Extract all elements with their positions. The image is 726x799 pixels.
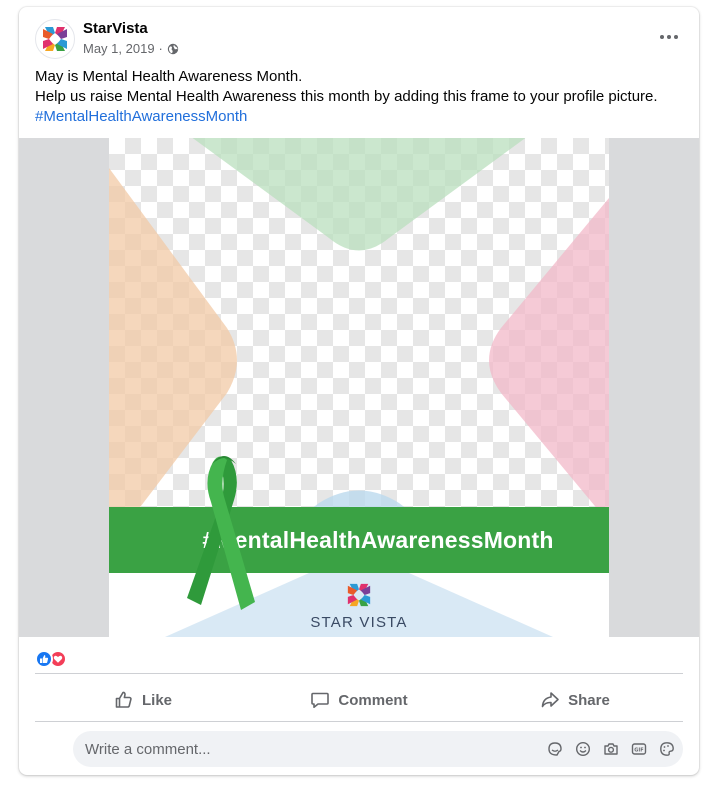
meta-separator: · <box>158 41 163 56</box>
comment-icon <box>311 692 330 708</box>
share-label: Share <box>568 691 610 709</box>
post-header: StarVista May 1, 2019 · <box>19 7 699 67</box>
more-dot-icon <box>667 35 671 39</box>
globe-icon <box>167 43 179 54</box>
emoji-icon[interactable] <box>573 739 593 759</box>
post-actions: Like Comment Share <box>35 680 683 720</box>
svg-text:GIF: GIF <box>634 747 643 753</box>
page-avatar[interactable] <box>35 19 75 59</box>
comment-box: GIF <box>73 731 683 767</box>
star-vista-logo-icon <box>347 583 371 607</box>
share-button[interactable]: Share <box>467 680 683 720</box>
more-dot-icon <box>674 35 678 39</box>
like-label: Like <box>141 691 172 709</box>
post-text-line: Help us raise Mental Health Awareness th… <box>35 88 658 105</box>
more-options-button[interactable] <box>653 25 685 49</box>
starvista-logo-icon <box>43 27 67 51</box>
reactions-summary[interactable] <box>35 649 67 669</box>
like-button[interactable]: Like <box>35 680 251 720</box>
post-text: May is Mental Health Awareness Month. He… <box>35 67 685 127</box>
comment-label: Comment <box>338 691 408 709</box>
post-text-line: May is Mental Health Awareness Month. <box>35 68 303 85</box>
more-dot-icon <box>660 35 664 39</box>
avatar-sticker-icon[interactable] <box>657 739 677 759</box>
divider <box>35 721 683 722</box>
divider <box>35 673 683 674</box>
post-meta: May 1, 2019 · <box>83 41 179 56</box>
profile-frame-image: #MentalHealthAwarenessMonth STAR VISTA <box>109 138 609 637</box>
share-icon <box>541 692 559 708</box>
post-image[interactable]: #MentalHealthAwarenessMonth STAR VISTA <box>19 138 699 637</box>
gif-icon[interactable]: GIF <box>629 739 649 759</box>
post-date[interactable]: May 1, 2019 <box>83 41 155 56</box>
comment-tools: GIF <box>545 739 677 759</box>
page-name[interactable]: StarVista <box>83 20 148 37</box>
sticker-icon[interactable] <box>545 739 565 759</box>
like-icon <box>35 650 53 668</box>
post-card: StarVista May 1, 2019 · May is Mental He… <box>19 7 699 775</box>
comment-input[interactable] <box>85 731 525 767</box>
comment-button[interactable]: Comment <box>251 680 467 720</box>
commenter-avatar[interactable] <box>19 731 47 759</box>
hashtag-link[interactable]: #MentalHealthAwarenessMonth <box>35 108 247 125</box>
camera-icon[interactable] <box>601 739 621 759</box>
green-ribbon-icon <box>187 456 255 610</box>
thumbs-up-icon <box>115 691 132 708</box>
